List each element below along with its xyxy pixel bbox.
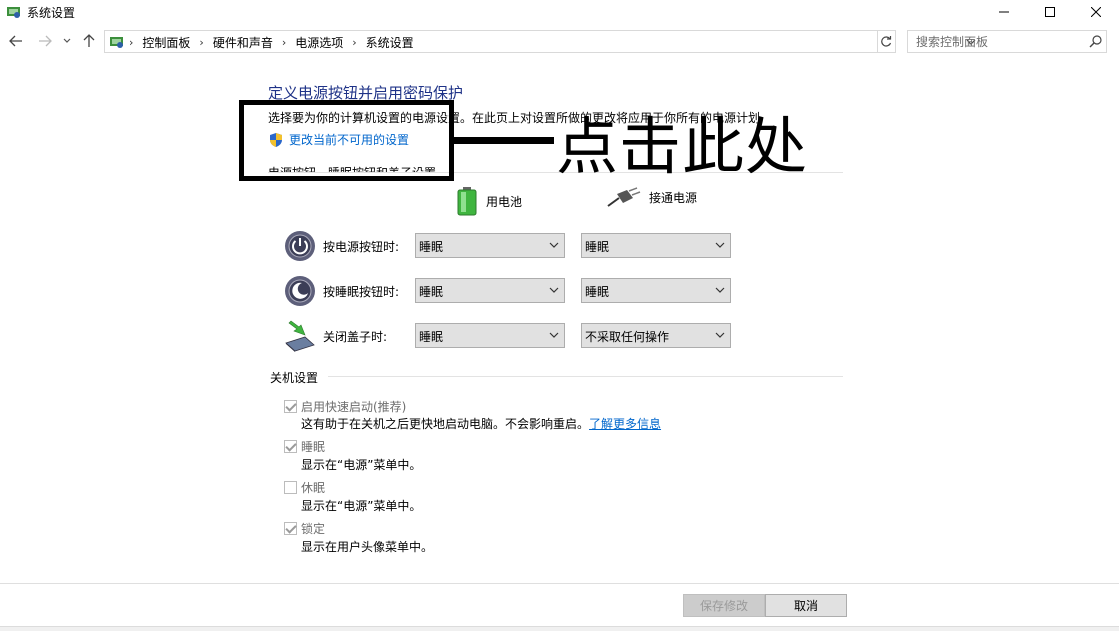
sleep-button-plugged-select[interactable]: 睡眠 [581,278,731,303]
column-header-plugged: 接通电源 [607,186,697,208]
breadcrumb-item-system-settings[interactable]: 系统设置 [366,34,414,51]
breadcrumb-item-power-options[interactable]: 电源选项 [295,34,343,51]
sleep-label: 睡眠 [301,440,326,454]
select-value: 睡眠 [585,240,610,254]
breadcrumb-separator-icon[interactable]: › [352,36,356,49]
minimize-icon [999,11,1009,13]
annotation-arrow-line [454,137,554,144]
hibernate-label: 休眠 [301,481,326,495]
up-button[interactable] [81,33,97,49]
search-icon[interactable] [1088,34,1104,50]
chevron-down-icon [549,287,559,293]
chevron-down-icon [549,332,559,338]
chevron-down-icon [63,38,71,43]
annotation-text: 点击此处 [556,110,809,183]
breadcrumb-separator-icon[interactable]: › [199,36,203,49]
shutdown-divider [328,376,843,377]
select-value: 不采取任何操作 [585,330,670,344]
power-button-label: 按电源按钮时: [323,240,400,254]
refresh-icon [881,35,892,47]
control-panel-icon [110,37,123,48]
arrow-left-icon [9,35,22,47]
search-input[interactable] [908,31,1088,52]
select-value: 睡眠 [419,285,444,299]
save-changes-button[interactable]: 保存修改 [683,594,765,617]
chevron-down-icon [549,242,559,248]
cancel-button[interactable]: 取消 [765,594,847,617]
sleep-description: 显示在“电源”菜单中。 [301,458,422,472]
lock-description: 显示在用户头像菜单中。 [301,540,434,554]
back-button[interactable] [8,33,24,49]
search-box[interactable] [907,30,1107,53]
control-panel-icon [7,7,20,18]
lock-option: 锁定 [284,520,325,537]
fast-startup-desc-text: 这有助于在关机之后更快地启动电脑。不会影响重启。 [301,417,590,431]
select-value: 睡眠 [419,240,444,254]
select-value: 睡眠 [419,330,444,344]
fast-startup-checkbox[interactable] [284,400,297,413]
fast-startup-description: 这有助于在关机之后更快地启动电脑。不会影响重启。了解更多信息 [301,415,661,432]
plugged-label: 接通电源 [649,190,698,205]
recent-locations-button[interactable] [61,33,73,49]
power-button-icon [285,231,315,261]
footer-divider [0,583,1119,584]
breadcrumb-item-hardware-sound[interactable]: 硬件和声音 [213,34,273,51]
power-plug-icon [607,187,641,207]
power-button-battery-select[interactable]: 睡眠 [415,233,565,258]
chevron-down-icon [715,332,725,338]
sleep-checkbox[interactable] [284,440,297,453]
navigation-bar: › 控制面板 › 硬件和声音 › 电源选项 › 系统设置 [0,28,1119,56]
lid-close-label: 关闭盖子时: [323,330,388,344]
chevron-down-icon [715,287,725,293]
forward-button[interactable] [37,33,53,49]
sleep-button-icon [285,276,315,306]
fast-startup-label: 启用快速启动(推荐) [301,400,407,414]
sleep-button-row: 按睡眠按钮时: 睡眠 睡眠 [283,274,743,308]
bottom-strip [0,626,1119,631]
hibernate-description: 显示在“电源”菜单中。 [301,499,422,513]
battery-label: 用电池 [486,194,523,209]
power-button-row: 按电源按钮时: 睡眠 睡眠 [283,229,743,263]
lid-close-battery-select[interactable]: 睡眠 [415,323,565,348]
address-bar[interactable]: › 控制面板 › 硬件和声音 › 电源选项 › 系统设置 [104,30,976,53]
select-value: 睡眠 [585,285,610,299]
lid-close-row: 关闭盖子时: 睡眠 不采取任何操作 [283,319,743,353]
breadcrumb-separator-icon[interactable]: › [282,36,286,49]
close-icon [1091,7,1101,17]
close-button[interactable] [1073,0,1119,24]
arrow-up-icon [83,34,95,47]
sleep-option: 睡眠 [284,438,325,455]
refresh-button[interactable] [877,30,896,53]
breadcrumb: › 控制面板 › 硬件和声音 › 电源选项 › 系统设置 [129,34,414,51]
title-bar: 系统设置 [0,0,1119,24]
lid-close-plugged-select[interactable]: 不采取任何操作 [581,323,731,348]
laptop-lid-icon [285,320,315,352]
hibernate-option: 休眠 [284,479,325,496]
fast-startup-option: 启用快速启动(推荐) [284,398,406,415]
lock-checkbox[interactable] [284,522,297,535]
shutdown-settings-title: 关机设置 [270,371,319,385]
arrow-right-icon [39,35,52,47]
breadcrumb-separator-icon[interactable]: › [129,36,133,49]
sleep-button-label: 按睡眠按钮时: [323,285,400,299]
column-header-battery: 用电池 [456,186,522,216]
maximize-icon [1045,7,1055,17]
minimize-button[interactable] [981,0,1027,24]
breadcrumb-item-control-panel[interactable]: 控制面板 [142,34,190,51]
annotation-highlight-box [239,100,454,181]
chevron-down-icon [715,242,725,248]
sleep-button-battery-select[interactable]: 睡眠 [415,278,565,303]
learn-more-link[interactable]: 了解更多信息 [589,417,661,431]
power-button-plugged-select[interactable]: 睡眠 [581,233,731,258]
lock-label: 锁定 [301,522,326,536]
maximize-button[interactable] [1027,0,1073,24]
window-title: 系统设置 [27,6,76,20]
hibernate-checkbox[interactable] [284,481,297,494]
battery-icon [457,187,477,216]
